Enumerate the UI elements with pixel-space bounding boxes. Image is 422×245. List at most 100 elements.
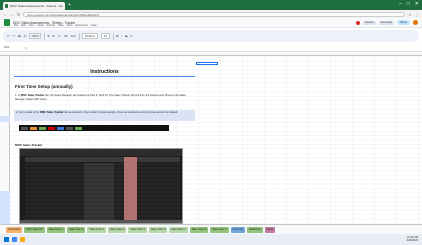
menu-help[interactable]: Help bbox=[91, 24, 96, 27]
sheet-tab[interactable]: Sales Team 4 bbox=[107, 226, 127, 233]
window-controls: – □ ✕ bbox=[399, 1, 419, 8]
instructions-title: Instructions bbox=[14, 69, 195, 77]
zoom-select[interactable]: 100% bbox=[29, 33, 41, 39]
header-strip-image bbox=[19, 125, 169, 131]
sheet-tab[interactable]: Summary bbox=[230, 226, 245, 233]
windows-start-icon[interactable] bbox=[4, 237, 9, 242]
screenshot-red-column bbox=[124, 157, 137, 223]
menu-insert[interactable]: Insert bbox=[37, 24, 44, 27]
comments-button[interactable]: Comments bbox=[378, 20, 395, 25]
example-title: DISC Sales Tracker bbox=[15, 143, 43, 147]
selected-cell[interactable] bbox=[196, 62, 218, 65]
minimize-icon[interactable]: – bbox=[399, 1, 402, 8]
text-color-button[interactable]: A bbox=[130, 34, 132, 38]
sheets-logo-icon[interactable] bbox=[4, 19, 10, 26]
sheet-tab[interactable]: Sales Team 8 bbox=[189, 226, 209, 233]
name-box[interactable]: K10 bbox=[4, 45, 22, 50]
screenshot-header-row bbox=[25, 157, 180, 162]
sheet-tab[interactable]: DISC Sales Trk bbox=[24, 226, 45, 233]
sheet-tab[interactable]: Sales Team 1 bbox=[46, 226, 66, 233]
share-button[interactable]: Share bbox=[397, 20, 410, 25]
selected-row-highlight bbox=[0, 116, 10, 122]
strip-chip bbox=[75, 126, 82, 130]
screenshot-shaded-column bbox=[84, 163, 114, 223]
sheet-tab[interactable]: Notes bbox=[264, 226, 275, 233]
font-select[interactable]: Default bbox=[82, 33, 98, 39]
plus-icon[interactable]: + bbox=[68, 2, 71, 8]
menu-view[interactable]: View bbox=[29, 24, 35, 27]
print-icon[interactable]: 🖶 bbox=[18, 34, 21, 38]
step-1-text: 1. In DISC Sales Tracker tab: the Sales … bbox=[15, 94, 186, 101]
menu-format[interactable]: Format bbox=[47, 24, 55, 27]
strip-chip bbox=[21, 126, 28, 130]
strip-chip bbox=[30, 126, 37, 130]
menu-tools[interactable]: Tools bbox=[66, 24, 72, 27]
taskbar-clock[interactable]: 10:42 AM 4/18/2023 bbox=[406, 236, 418, 243]
sheet-tab[interactable]: Sales Team 7 bbox=[169, 226, 188, 233]
browser-tab[interactable]: DISC Sales Assessments - Sheets - Google… bbox=[3, 2, 65, 10]
star-icon[interactable]: ☆ bbox=[408, 12, 412, 17]
toolbar-divider bbox=[78, 32, 80, 40]
screenshot-toolbar bbox=[20, 149, 182, 156]
folder-icon[interactable] bbox=[20, 237, 25, 242]
back-icon[interactable]: ← bbox=[3, 12, 7, 17]
browser-tab-bar: DISC Sales Assessments - Sheets - Google… bbox=[0, 0, 422, 10]
menu-extensions[interactable]: Extensions bbox=[76, 24, 89, 27]
menu-bar: File Edit View Insert Format Data Tools … bbox=[14, 24, 97, 27]
sheet-tab[interactable]: Sales Team 6 bbox=[148, 226, 168, 233]
sheet-tab[interactable]: Sales Team 2 bbox=[67, 226, 86, 233]
browser-tab-title: DISC Sales Assessments - Sheets - Google… bbox=[10, 4, 63, 8]
undo-icon[interactable]: ↶ bbox=[7, 34, 10, 38]
reload-icon[interactable]: ↻ bbox=[17, 12, 20, 17]
strip-chip bbox=[39, 126, 46, 130]
sheet-tab[interactable]: Sales Team 5 bbox=[128, 226, 147, 233]
address-bar: ← → ↻ docs.google.com/spreadsheets/d/1sA… bbox=[0, 10, 422, 18]
increase-decimal-button[interactable]: .00 bbox=[63, 34, 67, 38]
url-input[interactable]: docs.google.com/spreadsheets/d/1sAmPlE/e… bbox=[23, 11, 406, 17]
sheet-tab-instructions[interactable]: Instructions bbox=[6, 226, 23, 233]
forward-icon[interactable]: → bbox=[10, 12, 14, 17]
os-taskbar: 10:42 AM 4/18/2023 bbox=[0, 234, 422, 245]
toolbar-divider bbox=[112, 32, 114, 40]
avatar[interactable] bbox=[413, 20, 418, 25]
step-2-text: 2. Set up data in the DISC Sales Tracker… bbox=[14, 110, 195, 121]
embedded-screenshot bbox=[19, 148, 183, 224]
toolbar-divider bbox=[43, 32, 45, 40]
menu-file[interactable]: File bbox=[14, 24, 18, 27]
sheet-tab[interactable]: Sales Team 3 bbox=[87, 226, 106, 233]
decrease-decimal-button[interactable]: .0 bbox=[58, 34, 61, 38]
formatting-toolbar: ↶ ↷ 🖶 ⎘ 100% $ % .0 .00 123 Default 10 B… bbox=[3, 30, 419, 42]
redo-icon[interactable]: ↷ bbox=[13, 34, 16, 38]
font-size-input[interactable]: 10 bbox=[100, 33, 110, 39]
number-format-button[interactable]: 123 bbox=[71, 34, 76, 38]
section-title: First Time Setup (annually) bbox=[15, 84, 73, 89]
menu-icon[interactable]: ⋮ bbox=[415, 12, 419, 17]
row-headers[interactable] bbox=[0, 56, 10, 231]
formula-bar: K10 fx bbox=[0, 44, 422, 52]
sheets-favicon-icon bbox=[5, 4, 9, 8]
sheet-tab[interactable]: Sales Team 9 bbox=[210, 226, 229, 233]
bold-button[interactable]: B bbox=[116, 34, 118, 38]
percent-button[interactable]: % bbox=[52, 34, 55, 38]
strip-chip bbox=[48, 126, 55, 130]
currency-button[interactable]: $ bbox=[47, 34, 49, 38]
fx-icon: fx bbox=[25, 45, 28, 50]
strikethrough-button[interactable]: S bbox=[125, 34, 127, 38]
present-button[interactable]: Present bbox=[363, 20, 376, 25]
sheet-tabs-bar: Instructions DISC Sales Trk Sales Team 1… bbox=[0, 224, 422, 234]
menu-edit[interactable]: Edit bbox=[21, 24, 25, 27]
paint-format-icon[interactable]: ⎘ bbox=[24, 34, 26, 38]
strip-chip bbox=[66, 126, 73, 130]
strip-chip bbox=[57, 126, 64, 130]
column-headers[interactable] bbox=[0, 52, 422, 56]
close-icon[interactable]: ✕ bbox=[415, 1, 419, 8]
italic-button[interactable]: I bbox=[122, 34, 123, 38]
chrome-icon[interactable] bbox=[12, 237, 17, 242]
sheet-tab[interactable]: Dashboard bbox=[246, 226, 263, 233]
record-icon[interactable] bbox=[356, 20, 361, 25]
menu-data[interactable]: Data bbox=[58, 24, 63, 27]
clock-date: 4/18/2023 bbox=[406, 239, 418, 243]
maximize-icon[interactable]: □ bbox=[407, 1, 410, 8]
screenshot-sheet-tabs bbox=[20, 220, 182, 223]
header-actions: Present Comments Share bbox=[356, 20, 418, 25]
